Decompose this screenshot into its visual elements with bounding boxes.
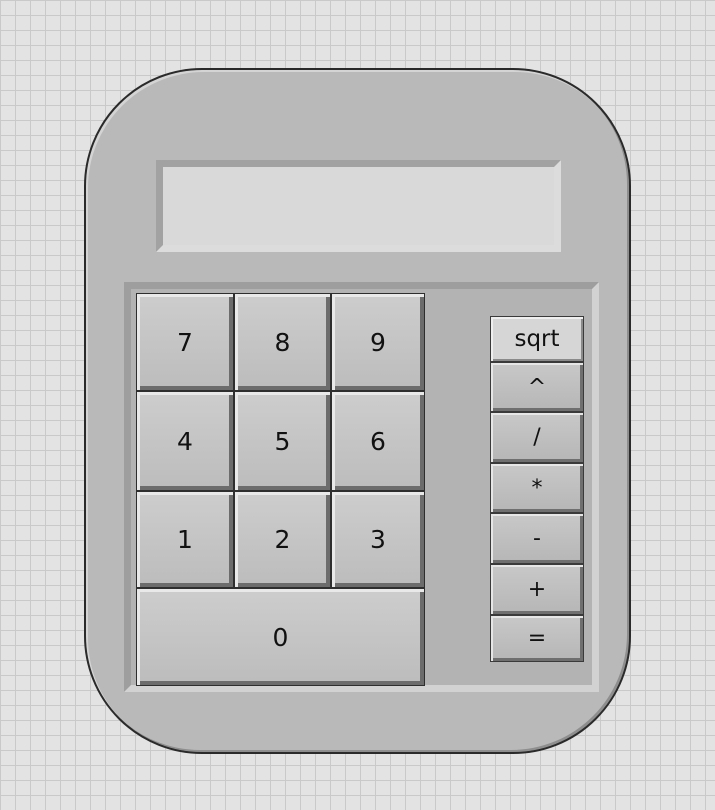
digit-2-button[interactable]: 2 bbox=[234, 491, 331, 588]
calculator-display bbox=[156, 160, 561, 252]
digit-0-button[interactable]: 0 bbox=[136, 588, 425, 686]
digit-4-button[interactable]: 4 bbox=[136, 391, 234, 491]
digit-7-button[interactable]: 7 bbox=[136, 293, 234, 391]
digit-9-button[interactable]: 9 bbox=[331, 293, 425, 391]
power-button[interactable]: ^ bbox=[490, 362, 584, 412]
sqrt-button[interactable]: sqrt bbox=[490, 316, 584, 362]
calculator-body: 7 8 9 4 5 6 1 2 3 0 sqrt ^ / * - + = bbox=[84, 68, 631, 754]
equals-button[interactable]: = bbox=[490, 615, 584, 662]
digit-5-button[interactable]: 5 bbox=[234, 391, 331, 491]
add-button[interactable]: + bbox=[490, 564, 584, 615]
digit-3-button[interactable]: 3 bbox=[331, 491, 425, 588]
digit-1-button[interactable]: 1 bbox=[136, 491, 234, 588]
digit-8-button[interactable]: 8 bbox=[234, 293, 331, 391]
multiply-button[interactable]: * bbox=[490, 463, 584, 513]
digit-6-button[interactable]: 6 bbox=[331, 391, 425, 491]
divide-button[interactable]: / bbox=[490, 412, 584, 463]
subtract-button[interactable]: - bbox=[490, 513, 584, 564]
keypad-panel: 7 8 9 4 5 6 1 2 3 0 sqrt ^ / * - + = bbox=[124, 282, 599, 692]
